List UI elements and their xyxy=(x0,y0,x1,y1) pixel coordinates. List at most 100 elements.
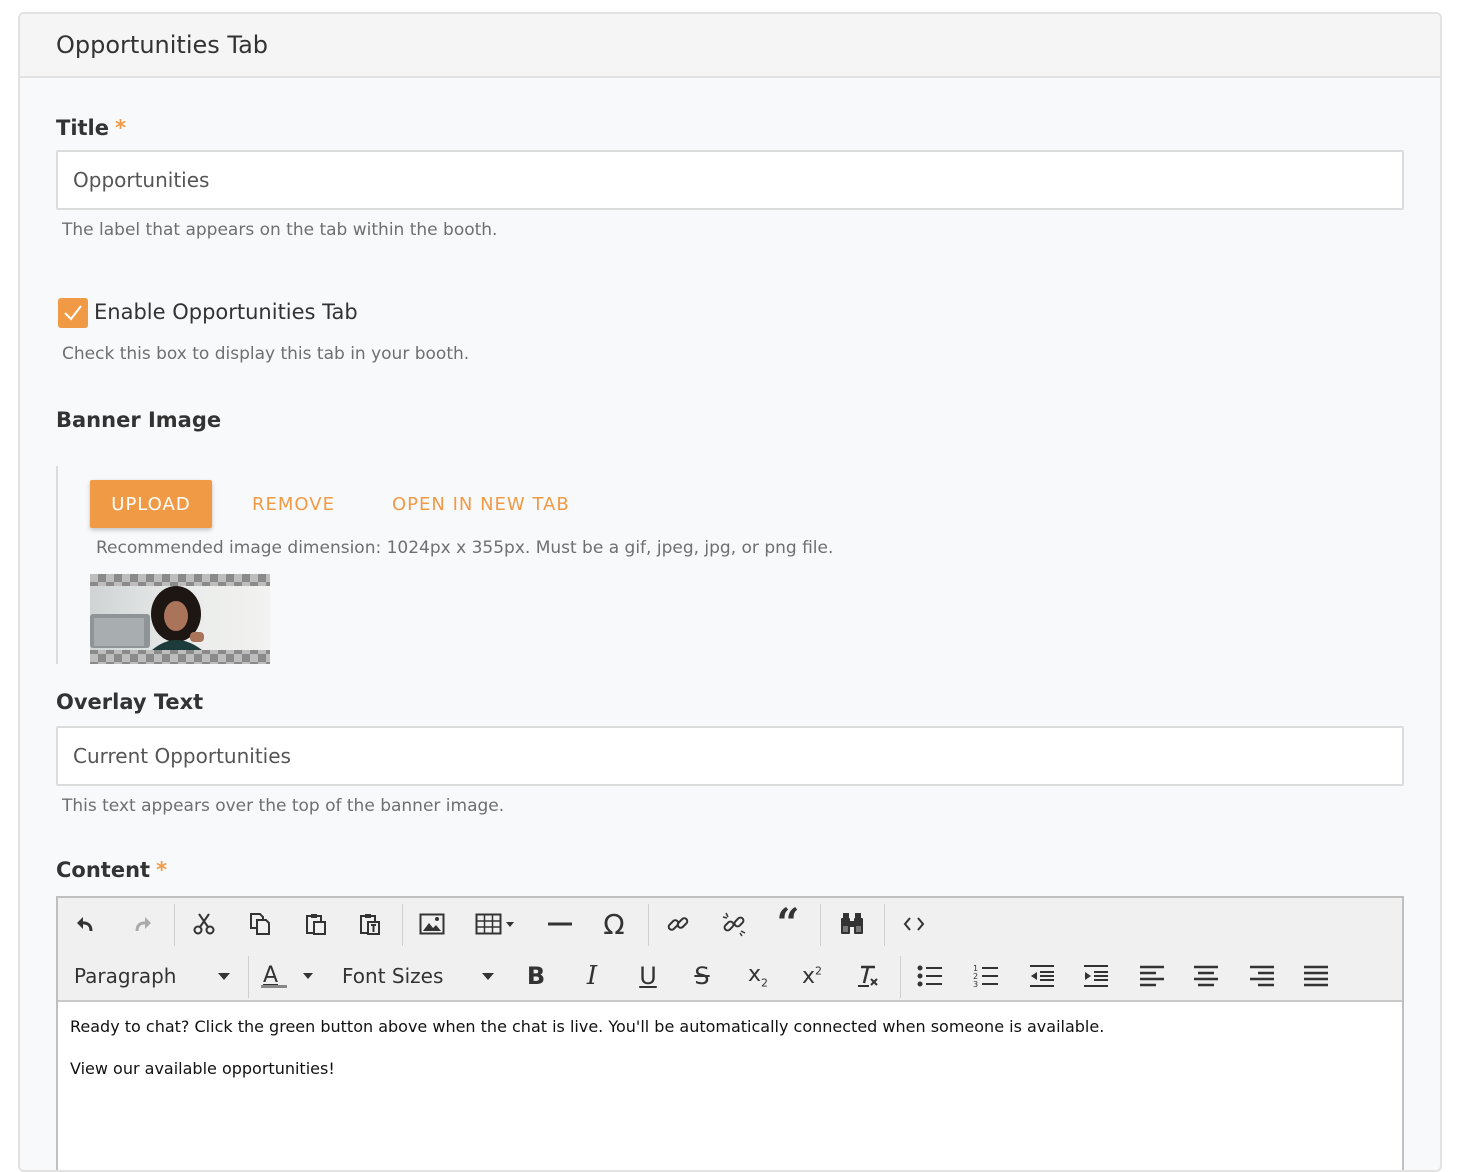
text-color-button[interactable]: A xyxy=(256,956,322,996)
clear-formatting-icon xyxy=(858,965,878,987)
paste-text-button[interactable] xyxy=(350,904,390,944)
omega-icon: Ω xyxy=(603,907,625,941)
unlink-icon xyxy=(722,912,746,937)
content-label-text: Content xyxy=(56,858,151,882)
overlay-text-input[interactable]: Current Opportunities xyxy=(56,726,1404,786)
justify-button[interactable] xyxy=(1296,956,1336,996)
insert-link-button[interactable] xyxy=(658,904,698,944)
text-color-icon: A xyxy=(261,963,313,988)
strikethrough-button[interactable]: S xyxy=(682,956,722,996)
svg-text:3: 3 xyxy=(973,980,978,989)
title-label-text: Title xyxy=(56,116,110,140)
title-help-text: The label that appears on the tab within… xyxy=(62,220,498,240)
clear-formatting-button[interactable] xyxy=(848,956,888,996)
format-select[interactable]: Paragraph xyxy=(74,956,234,996)
banner-image-label: Banner Image xyxy=(56,408,222,432)
insert-table-button[interactable] xyxy=(472,904,522,944)
panel-header: Opportunities Tab xyxy=(20,14,1440,78)
insert-image-button[interactable] xyxy=(412,904,452,944)
copy-button[interactable] xyxy=(240,904,280,944)
editor-paragraph: Ready to chat? Click the green button ab… xyxy=(70,1017,1105,1036)
align-right-button[interactable] xyxy=(1242,956,1282,996)
enable-tab-help-text: Check this box to display this tab in yo… xyxy=(62,344,470,364)
editor-toolbar: Ω “ Paragraph A Font Sizes B I U S x2 x2… xyxy=(58,898,1402,1002)
underline-icon: U xyxy=(639,962,657,990)
numbered-list-icon: 123 xyxy=(973,964,998,989)
source-code-button[interactable] xyxy=(894,904,934,944)
numbered-list-button[interactable]: 123 xyxy=(966,956,1006,996)
quote-icon: “ xyxy=(776,900,800,947)
editor-content-area[interactable]: Ready to chat? Click the green button ab… xyxy=(58,1002,1402,1114)
align-left-icon xyxy=(1140,965,1164,987)
bold-icon: B xyxy=(526,962,546,990)
banner-photo-icon xyxy=(90,586,270,650)
italic-button[interactable]: I xyxy=(572,956,612,996)
toolbar-row-1: Ω “ xyxy=(58,898,1402,950)
editor-paragraph: View our available opportunities! xyxy=(70,1059,335,1078)
chevron-down-icon xyxy=(482,972,494,980)
font-sizes-select[interactable]: Font Sizes xyxy=(342,956,498,996)
bullet-list-icon xyxy=(917,965,942,987)
font-sizes-value: Font Sizes xyxy=(342,964,444,988)
banner-image-preview xyxy=(90,574,270,664)
bold-button[interactable]: B xyxy=(516,956,556,996)
blockquote-button[interactable]: “ xyxy=(768,904,808,944)
content-label: Content * xyxy=(56,858,167,882)
title-input[interactable]: Opportunities xyxy=(56,150,1404,210)
title-label: Title * xyxy=(56,116,126,140)
horizontal-line-button[interactable] xyxy=(540,904,580,944)
overlay-text-label: Overlay Text xyxy=(56,690,204,714)
opportunities-tab-panel: Opportunities Tab Title * Opportunities T… xyxy=(18,12,1442,1172)
binoculars-icon xyxy=(841,913,863,934)
remove-link-button[interactable] xyxy=(714,904,754,944)
banner-help-text: Recommended image dimension: 1024px x 35… xyxy=(96,538,834,558)
superscript-icon: x2 xyxy=(801,963,823,989)
chevron-down-icon xyxy=(218,972,230,980)
enable-tab-checkbox[interactable] xyxy=(58,298,88,328)
undo-button[interactable] xyxy=(66,904,106,944)
paste-button[interactable] xyxy=(296,904,336,944)
paste-text-icon xyxy=(360,914,380,935)
outdent-icon xyxy=(1030,965,1054,987)
special-character-button[interactable]: Ω xyxy=(594,904,634,944)
italic-icon: I xyxy=(586,961,598,991)
bullet-list-button[interactable] xyxy=(910,956,950,996)
justify-icon xyxy=(1304,965,1328,987)
required-mark: * xyxy=(115,116,126,140)
align-center-icon xyxy=(1194,965,1218,987)
undo-icon xyxy=(77,917,93,932)
table-icon xyxy=(475,913,514,935)
scissors-icon xyxy=(193,913,215,935)
code-icon xyxy=(903,917,925,931)
superscript-button[interactable]: x2 xyxy=(792,956,832,996)
remove-button[interactable]: REMOVE xyxy=(252,480,335,528)
upload-button[interactable]: UPLOAD xyxy=(90,480,212,528)
open-in-new-tab-button[interactable]: OPEN IN NEW TAB xyxy=(392,480,570,528)
indent-icon xyxy=(1084,965,1108,987)
copy-icon xyxy=(250,913,270,935)
align-left-button[interactable] xyxy=(1132,956,1172,996)
redo-icon xyxy=(135,917,151,932)
enable-tab-label[interactable]: Enable Opportunities Tab xyxy=(94,300,358,324)
indent-button[interactable] xyxy=(1076,956,1116,996)
strikethrough-icon: S xyxy=(694,962,710,990)
align-center-button[interactable] xyxy=(1186,956,1226,996)
subscript-button[interactable]: x2 xyxy=(738,956,778,996)
find-replace-button[interactable] xyxy=(832,904,872,944)
overlay-help-text: This text appears over the top of the ba… xyxy=(62,796,505,816)
format-select-value: Paragraph xyxy=(74,964,177,988)
horizontal-line-icon xyxy=(548,922,572,926)
underline-button[interactable]: U xyxy=(628,956,668,996)
link-icon xyxy=(667,917,689,931)
outdent-button[interactable] xyxy=(1022,956,1062,996)
image-icon xyxy=(419,913,445,935)
cut-button[interactable] xyxy=(184,904,224,944)
rich-text-editor: Ω “ Paragraph A Font Sizes B I U S x2 x2… xyxy=(56,896,1404,1170)
align-right-icon xyxy=(1250,965,1274,987)
subscript-icon: x2 xyxy=(747,962,769,990)
svg-text:A: A xyxy=(263,963,278,988)
banner-image-box: UPLOAD REMOVE OPEN IN NEW TAB Recommende… xyxy=(56,466,1256,664)
paste-icon xyxy=(306,914,326,935)
redo-button[interactable] xyxy=(122,904,162,944)
checkmark-icon xyxy=(64,305,82,321)
